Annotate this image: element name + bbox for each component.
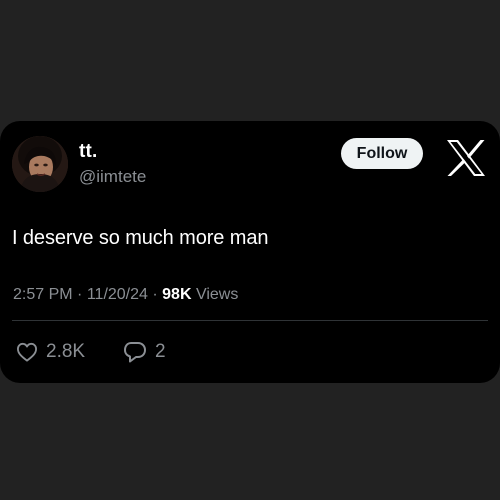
views-label: Views [195, 286, 239, 303]
tweet-time[interactable]: 2:57 PM [13, 286, 73, 303]
reply-button[interactable]: 2 [123, 340, 166, 364]
meta-separator: · [77, 286, 83, 303]
replies-count: 2 [155, 341, 166, 362]
tweet-meta: 2:57 PM · 11/20/24 · 98K Views [13, 286, 238, 304]
user-handle[interactable]: @iimtete [79, 167, 146, 187]
meta-separator: · [152, 286, 158, 303]
tweet-text: I deserve so much more man [12, 227, 269, 249]
avatar[interactable] [12, 136, 68, 192]
heart-icon [16, 342, 37, 362]
tweet-card: tt. @iimtete Follow I deserve so much mo… [0, 121, 500, 383]
like-button[interactable]: 2.8K [16, 340, 85, 364]
avatar-image [12, 136, 68, 192]
divider [12, 320, 488, 321]
likes-count: 2.8K [46, 341, 86, 362]
tweet-date[interactable]: 11/20/24 [87, 286, 148, 303]
display-name[interactable]: tt. [79, 141, 98, 163]
x-logo-icon[interactable] [446, 139, 486, 177]
reply-bubble-icon [124, 342, 146, 363]
follow-button[interactable]: Follow [341, 138, 423, 169]
views-count: 98K [162, 286, 192, 303]
